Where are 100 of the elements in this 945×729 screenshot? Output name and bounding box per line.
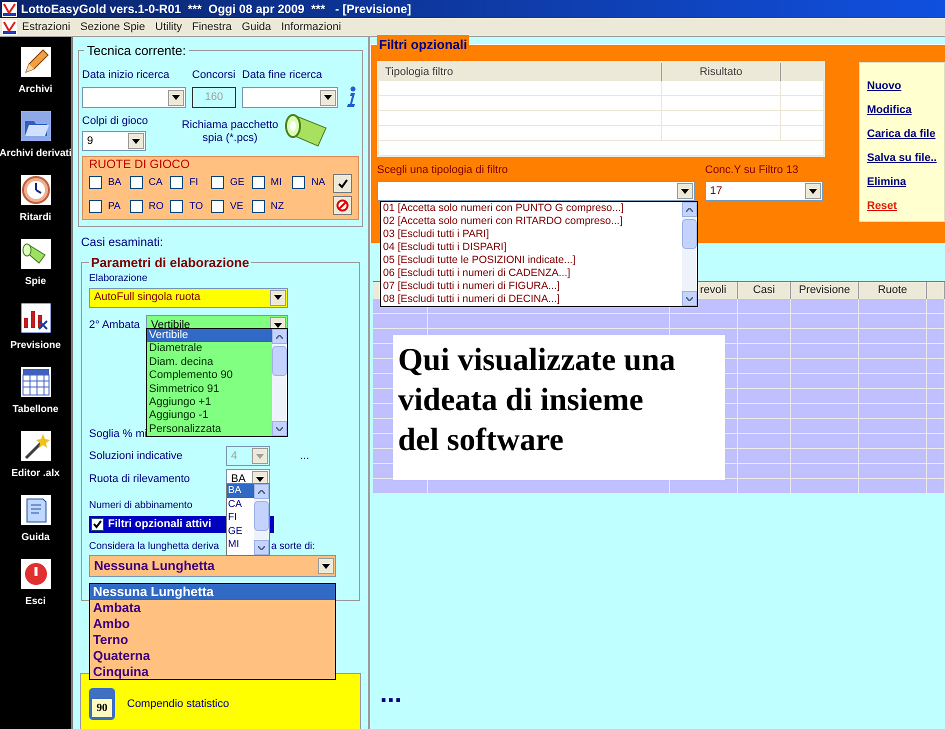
checkbox[interactable]	[211, 176, 224, 189]
sidebar-item[interactable]: Guida	[0, 494, 71, 558]
menu-item[interactable]: Guida	[236, 18, 276, 36]
sidebar-item[interactable]: Archivi derivati	[0, 110, 71, 174]
list-option[interactable]: Terno	[90, 632, 335, 648]
action-link[interactable]: Elimina	[867, 174, 944, 190]
checkbox[interactable]	[211, 200, 224, 213]
app-logo-icon	[2, 2, 17, 16]
field-label: Scegli una tipologia di filtro	[377, 162, 509, 178]
list-option[interactable]: Simmetrico 91	[147, 382, 272, 396]
list-option[interactable]: 05 [Escludi tutte le POSIZIONI indicate...]	[383, 254, 682, 267]
pencil-icon	[20, 47, 50, 77]
chevron-up-icon	[258, 490, 265, 494]
section-label: Casi esaminati:	[81, 234, 164, 251]
column-header[interactable]: Casi	[738, 282, 791, 299]
checkbox[interactable]	[130, 200, 143, 213]
checkbox[interactable]	[89, 176, 102, 189]
field-label: Conc.Y su Filtro 13	[705, 162, 800, 178]
combo-box[interactable]: AutoFull singola ruota	[89, 288, 288, 308]
date-field[interactable]	[82, 87, 186, 108]
group-title: Filtri opzionali	[377, 35, 470, 54]
menu-item[interactable]: Sezione Spie	[75, 18, 150, 36]
info-icon[interactable]	[344, 86, 358, 108]
list-option[interactable]: 01 [Accetta solo numeri con PUNTO G compreso...]	[383, 202, 682, 215]
wheel-label: GE	[230, 176, 244, 190]
column-header[interactable]: Ruote	[859, 282, 927, 299]
caret-icon	[677, 183, 693, 199]
checkbox[interactable]	[252, 176, 265, 189]
wheel-label: MI	[270, 176, 282, 190]
list-option[interactable]: BA	[227, 484, 254, 498]
filter-type-field[interactable]	[377, 181, 695, 201]
action-link[interactable]: Salva su file..	[867, 150, 944, 166]
menu-item[interactable]: Informazioni	[276, 18, 346, 36]
menu-item[interactable]: Estrazioni	[17, 18, 76, 36]
sidebar-item[interactable]: Esci	[0, 558, 71, 622]
chevron-up-icon	[276, 334, 283, 338]
column-header[interactable]: Risultato	[662, 62, 781, 80]
list-option[interactable]: MI	[227, 538, 254, 552]
field-label: Data fine ricerca	[242, 68, 324, 82]
list-option[interactable]: 06 [Escludi tutti i numeri di CADENZA...]	[383, 267, 682, 280]
combo-box[interactable]: 9	[82, 131, 146, 152]
window-title: LottoEasyGold vers.1-0-R01 *** Oggi 08 apr 2009 *** - [Previsione]	[21, 1, 412, 18]
date-field[interactable]	[242, 87, 338, 108]
wheel-label: FI	[189, 176, 198, 190]
checkbox[interactable]	[170, 176, 184, 189]
sidebar-item[interactable]: Archivi	[0, 46, 71, 110]
list-option[interactable]: Personalizzata	[147, 422, 272, 436]
list-option[interactable]: Complemento 90	[147, 369, 272, 382]
combo-box[interactable]: 17	[705, 181, 823, 201]
checkbox[interactable]	[130, 176, 143, 189]
column-header[interactable]: Tipologia filtro	[379, 62, 662, 80]
menu-item[interactable]: Finestra	[187, 18, 237, 36]
sidebar-item[interactable]: Tabellone	[0, 366, 71, 430]
flashlight-icon	[20, 239, 50, 269]
action-link[interactable]: Nuovo	[867, 78, 944, 94]
wand-icon	[20, 431, 50, 461]
sidebar-item[interactable]: Spie	[0, 238, 71, 302]
list-option[interactable]: Ambata	[90, 600, 335, 616]
list-option[interactable]: Aggiungo -1	[147, 409, 272, 423]
field-label: Colpi di gioco	[82, 114, 150, 129]
action-link[interactable]: Modifica	[867, 102, 944, 118]
checkbox[interactable]	[170, 200, 184, 213]
field-label: Ruota di rilevamento	[89, 472, 191, 487]
sidebar-item[interactable]: Previsione	[0, 302, 71, 366]
clear-button[interactable]	[333, 196, 352, 215]
field-label: Elaborazione	[89, 272, 148, 284]
list-option[interactable]: Vertibile	[147, 329, 272, 342]
scrollbar[interactable]	[272, 329, 287, 436]
field-label: Soluzioni indicative	[89, 448, 184, 464]
caret-icon	[318, 558, 334, 574]
load-package-label: Richiama pacchetto spia (*.pcs)	[180, 119, 280, 145]
menu-item[interactable]: Utility	[150, 18, 188, 36]
checkbox[interactable]	[89, 200, 102, 213]
action-link[interactable]: Carica da file	[867, 126, 944, 142]
app-logo-icon	[2, 20, 17, 34]
action-link[interactable]: Reset	[867, 198, 944, 214]
list-option[interactable]: Quaterna	[90, 648, 335, 664]
scrollbar[interactable]	[254, 484, 269, 555]
list-option[interactable]: Nessuna Lunghetta	[90, 584, 335, 600]
list-option[interactable]: CA	[227, 498, 254, 511]
list-option[interactable]: Aggiungo +1	[147, 396, 272, 410]
checkbox[interactable]	[91, 518, 104, 531]
sidebar-item[interactable]: Editor .alx	[0, 430, 71, 494]
sidebar-item[interactable]: Ritardi	[0, 174, 71, 238]
prohibited-icon	[336, 199, 349, 212]
list-option[interactable]: Diametrale	[147, 342, 272, 356]
list-option[interactable]: 03 [Escludi tutti i PARI]	[383, 228, 682, 241]
list-option[interactable]: Ambo	[90, 616, 335, 632]
check-icon	[338, 178, 348, 188]
combo-box[interactable]: Nessuna Lunghetta	[89, 555, 336, 577]
power-icon	[20, 559, 50, 589]
column-header[interactable]: Previsione	[791, 282, 859, 299]
list-option[interactable]: Diam. decina	[147, 356, 272, 370]
checkbox[interactable]	[252, 200, 265, 213]
select-all-button[interactable]	[333, 174, 352, 193]
list-option[interactable]: 04 [Escludi tutti i DISPARI]	[383, 241, 682, 254]
list-option[interactable]: 02 [Accetta solo numeri con RITARDO compreso...]	[383, 215, 682, 228]
scrollbar[interactable]	[682, 202, 697, 306]
ellipsis-label: ...	[380, 683, 403, 703]
checkbox[interactable]	[292, 176, 306, 189]
